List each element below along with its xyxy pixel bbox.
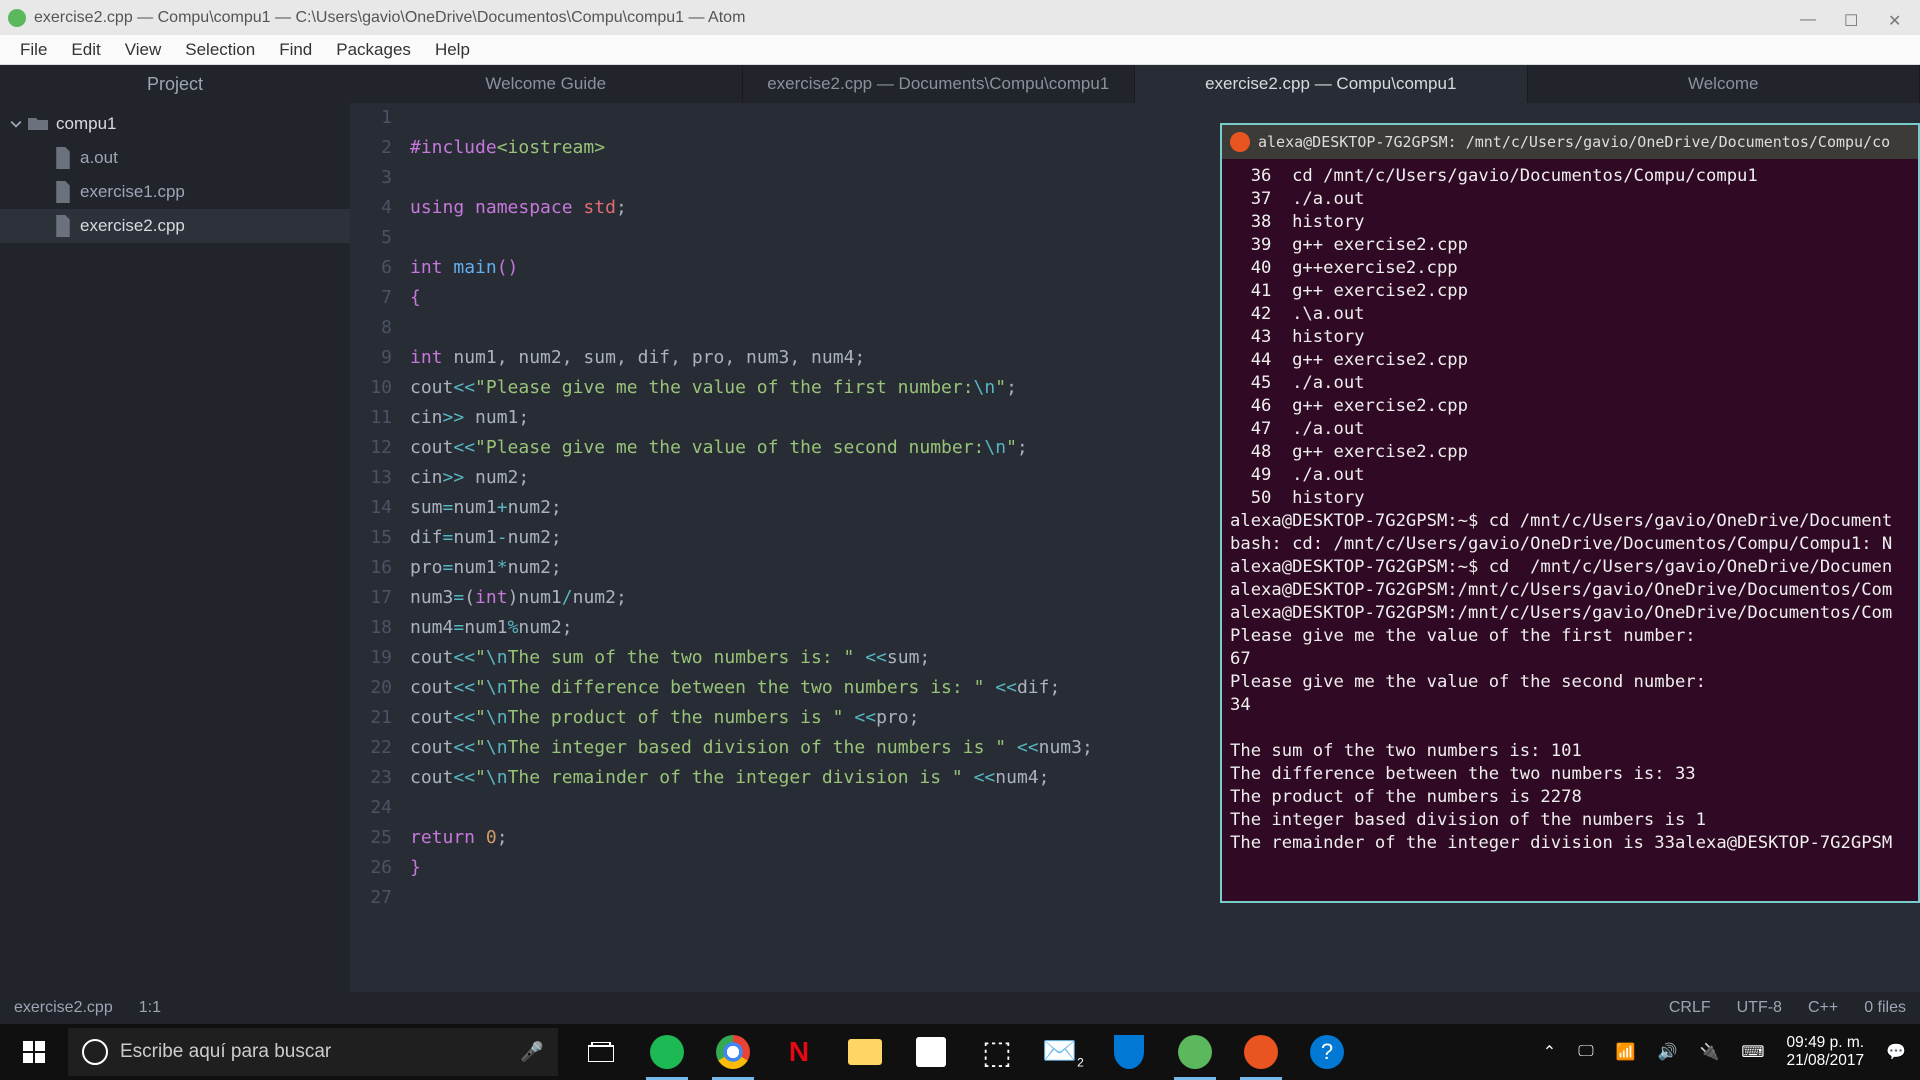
shield-icon [1114,1035,1144,1069]
tree-file-exercise2[interactable]: exercise2.cpp [0,209,350,243]
dropbox-icon: ⬚ [982,1033,1012,1071]
taskbar-app-help[interactable]: ? [1294,1024,1360,1080]
window-titlebar: exercise2.cpp — Compu\compu1 — C:\Users\… [0,0,1920,35]
ubuntu-icon [1244,1035,1278,1069]
windows-icon [23,1041,45,1063]
status-eol[interactable]: CRLF [1669,999,1711,1017]
taskbar-search[interactable]: Escribe aquí para buscar 🎤 [68,1028,558,1076]
help-icon: ? [1310,1035,1344,1069]
store-icon [916,1037,946,1067]
taskbar-app-defender[interactable] [1096,1024,1162,1080]
terminal-title-text: alexa@DESKTOP-7G2GPSM: /mnt/c/Users/gavi… [1258,127,1890,157]
file-name: exercise2.cpp [80,216,185,236]
taskbar-app-explorer[interactable] [832,1024,898,1080]
tab-welcome[interactable]: Welcome [1528,65,1920,103]
chrome-icon [716,1035,750,1069]
tab-welcome-guide[interactable]: Welcome Guide [350,65,743,103]
taskbar-app-dropbox[interactable]: ⬚ [964,1024,1030,1080]
netflix-icon: N [789,1036,809,1068]
sidebar-header: Project [0,65,350,103]
taskbar-clock[interactable]: 09:49 p. m. 21/08/2017 [1787,1034,1865,1070]
tray-overflow-icon[interactable]: ⌃ [1543,1042,1556,1062]
menu-find[interactable]: Find [267,36,324,64]
line-number-gutter: 12345 678910 1112131415 1617181920 21222… [350,103,406,992]
menu-view[interactable]: View [113,36,174,64]
taskbar-app-store[interactable] [898,1024,964,1080]
taskbar-app-atom[interactable] [1162,1024,1228,1080]
file-icon [54,147,72,170]
terminal-output[interactable]: 36 cd /mnt/c/Users/gavio/Documentos/Comp… [1222,159,1918,861]
start-button[interactable] [0,1024,68,1080]
file-name: a.out [80,148,118,168]
clock-time: 09:49 p. m. [1787,1034,1865,1052]
folder-icon [28,116,48,132]
menu-file[interactable]: File [8,36,59,64]
menu-selection[interactable]: Selection [173,36,267,64]
status-files-count[interactable]: 0 files [1864,999,1906,1017]
terminal-window[interactable]: alexa@DESKTOP-7G2GPSM: /mnt/c/Users/gavi… [1220,123,1920,903]
ubuntu-icon [1230,132,1250,152]
taskbar-app-spotify[interactable] [634,1024,700,1080]
project-sidebar: Project compu1 a.out exercise1.cpp exerc… [0,65,350,992]
folder-name: compu1 [56,114,116,134]
status-cursor-pos[interactable]: 1:1 [139,999,161,1017]
atom-app-icon [8,9,26,27]
file-icon [54,181,72,204]
window-title: exercise2.cpp — Compu\compu1 — C:\Users\… [34,9,1800,27]
tray-screen-icon[interactable]: 🖵 [1578,1043,1593,1061]
tree-folder-root[interactable]: compu1 [0,107,350,141]
status-filename[interactable]: exercise2.cpp [14,999,113,1017]
action-center-icon[interactable]: 💬 [1886,1042,1906,1062]
tab-exercise2-documents[interactable]: exercise2.cpp — Documents\Compu\compu1 [743,65,1136,103]
chevron-down-icon [10,118,22,130]
status-bar: exercise2.cpp 1:1 CRLF UTF-8 C++ 0 files [0,992,1920,1024]
taskbar-app-ubuntu[interactable] [1228,1024,1294,1080]
menu-edit[interactable]: Edit [59,36,112,64]
taskbar-app-chrome[interactable] [700,1024,766,1080]
folder-icon [848,1039,882,1065]
taskbar-app-netflix[interactable]: N [766,1024,832,1080]
file-icon [54,215,72,238]
maximize-button[interactable]: ☐ [1844,11,1858,25]
spotify-icon [650,1035,684,1069]
tree-file-aout[interactable]: a.out [0,141,350,175]
task-view-icon [588,1042,614,1062]
tab-exercise2-compu[interactable]: exercise2.cpp — Compu\compu1 [1135,65,1528,103]
terminal-titlebar[interactable]: alexa@DESKTOP-7G2GPSM: /mnt/c/Users/gavi… [1222,125,1918,159]
windows-taskbar: Escribe aquí para buscar 🎤 N ⬚ ✉️2 ? ⌃ 🖵… [0,1024,1920,1080]
menu-packages[interactable]: Packages [324,36,423,64]
status-language[interactable]: C++ [1808,999,1838,1017]
taskbar-app-mail[interactable]: ✉️2 [1030,1024,1096,1080]
minimize-button[interactable]: — [1800,11,1814,25]
status-encoding[interactable]: UTF-8 [1737,999,1782,1017]
mic-icon[interactable]: 🎤 [520,1040,544,1064]
tray-wifi-icon[interactable]: 📶 [1616,1042,1636,1062]
menu-help[interactable]: Help [423,36,482,64]
tray-keyboard-icon[interactable]: ⌨ [1741,1042,1764,1062]
menu-bar: File Edit View Selection Find Packages H… [0,35,1920,65]
atom-icon [1178,1035,1212,1069]
file-name: exercise1.cpp [80,182,185,202]
code-editor[interactable]: 12345 678910 1112131415 1617181920 21222… [350,103,1920,992]
close-button[interactable]: ✕ [1888,11,1902,25]
clock-date: 21/08/2017 [1787,1052,1865,1070]
tray-volume-icon[interactable]: 🔊 [1658,1042,1678,1062]
cortana-icon [82,1039,108,1065]
task-view-button[interactable] [568,1024,634,1080]
editor-tabs: Welcome Guide exercise2.cpp — Documents\… [350,65,1920,103]
mail-icon: ✉️2 [1042,1034,1084,1070]
tray-battery-icon[interactable]: 🔌 [1699,1042,1719,1062]
tree-file-exercise1[interactable]: exercise1.cpp [0,175,350,209]
search-placeholder: Escribe aquí para buscar [120,1041,331,1063]
